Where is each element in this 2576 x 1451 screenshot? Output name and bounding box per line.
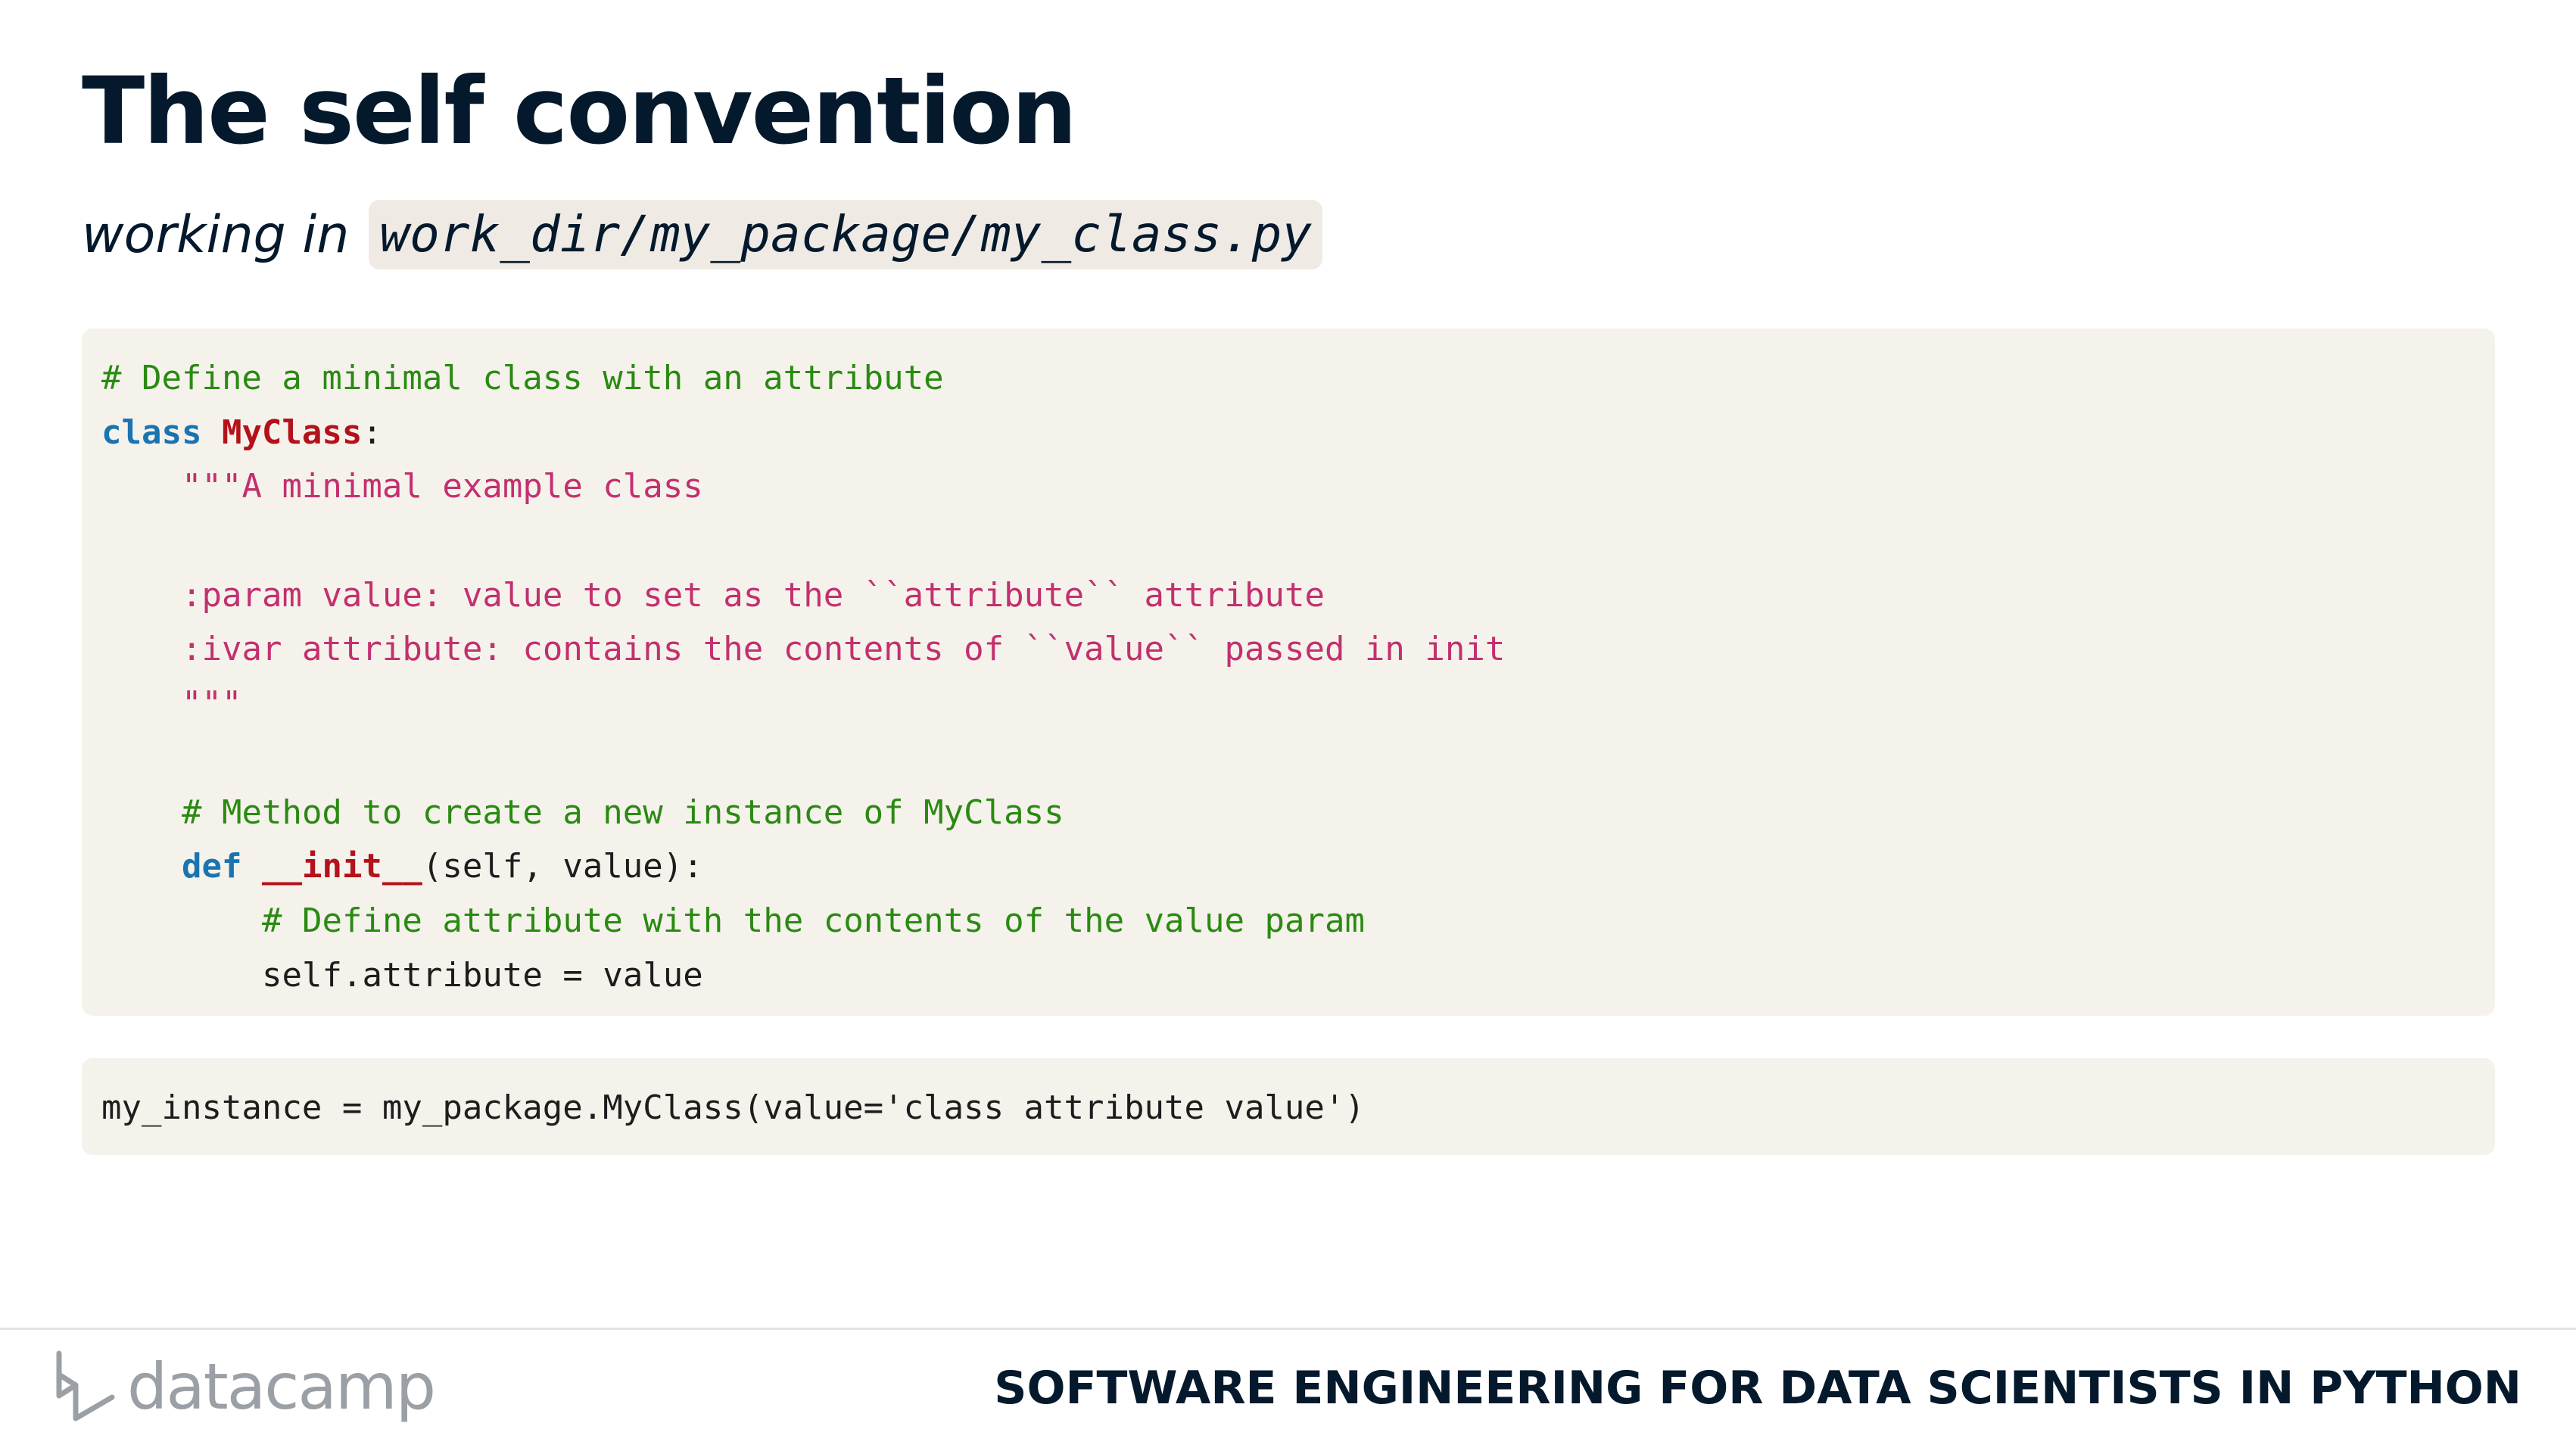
course-title: SOFTWARE ENGINEERING FOR DATA SCIENTISTS… (994, 1362, 2521, 1415)
subtitle-prefix: working in (82, 204, 350, 265)
code-line-comment: # Method to create a new instance of MyC… (182, 792, 1064, 832)
method-name: __init__ (261, 847, 422, 886)
method-params: (self, value): (422, 847, 703, 886)
code-line-docstring-ivar: :ivar attribute: contains the contents o… (182, 630, 1506, 669)
code-line-method-declaration: def __init__(self, value): (101, 839, 2475, 894)
code-line-docstring-open: """A minimal example class (182, 467, 703, 506)
datacamp-logo-icon (56, 1350, 115, 1421)
slide-title: The self convention (82, 58, 1077, 165)
code-punctuation: : (362, 413, 382, 452)
code-line-assignment: self.attribute = value (262, 955, 703, 995)
code-line-docstring-param: :param value: value to set as the ``attr… (182, 575, 1325, 615)
file-path: work_dir/my_package/my_class.py (369, 200, 1323, 269)
class-definition-code-block: # Define a minimal class with an attribu… (82, 328, 2495, 1016)
code-line-class-declaration: class MyClass: (101, 406, 2475, 460)
usage-code-block: my_instance = my_package.MyClass(value='… (82, 1058, 2495, 1155)
keyword-def: def (182, 847, 242, 886)
footer-divider (0, 1328, 2576, 1330)
datacamp-logo: datacamp (53, 1349, 436, 1425)
code-line-comment: # Define a minimal class with an attribu… (101, 359, 944, 397)
code-line-instantiation: my_instance = my_package.MyClass(value='… (101, 1088, 1365, 1127)
code-line-docstring-close: """ (182, 684, 242, 724)
code-line-comment: # Define attribute with the contents of … (262, 901, 1365, 940)
class-name: MyClass (221, 413, 363, 452)
logo-wordmark: datacamp (127, 1350, 436, 1424)
subtitle: working in work_dir/my_package/my_class.… (82, 198, 1323, 271)
keyword-class: class (101, 413, 202, 452)
